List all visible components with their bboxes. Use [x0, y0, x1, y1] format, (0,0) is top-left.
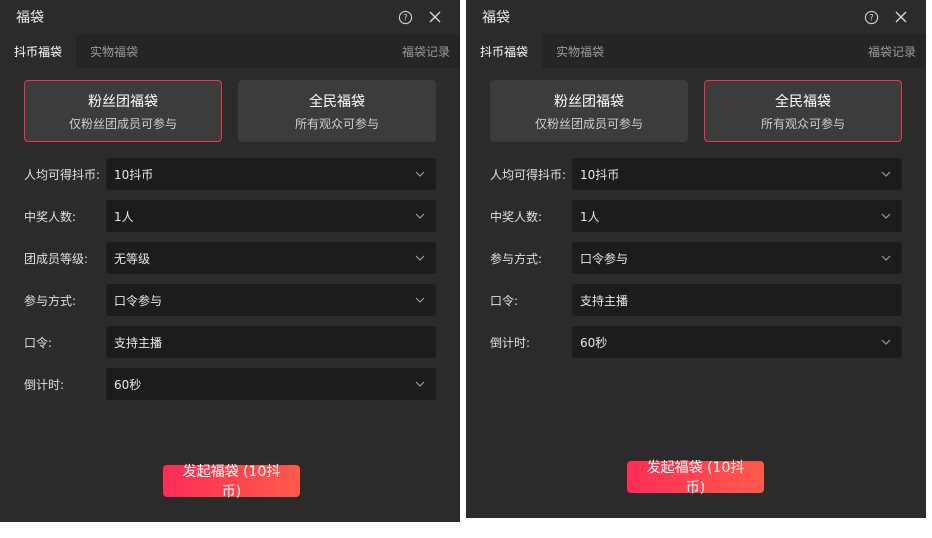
field-value: 10抖币: [114, 167, 154, 182]
field-value: 1人: [114, 209, 134, 224]
participation-method-select[interactable]: 口令参与: [106, 284, 436, 316]
field-value: 10抖币: [580, 167, 620, 182]
lucky-bag-panel-left: 福袋 ? 抖币福袋 实物福袋 福袋记录 粉丝团福袋 仅粉丝团成员可参与 全民福袋…: [0, 0, 460, 522]
panel-title: 福袋: [482, 10, 510, 26]
bag-type-desc: 仅粉丝团成员可参与: [68, 116, 177, 131]
bag-type-desc: 所有观众可参与: [760, 116, 845, 131]
field-label: 中奖人数:: [490, 209, 543, 224]
winner-count-select[interactable]: 1人: [106, 200, 436, 232]
help-circle-icon[interactable]: ?: [394, 6, 416, 28]
tab-physical-bag[interactable]: 实物福袋: [76, 34, 152, 68]
chevron-down-icon: [880, 168, 892, 180]
field-value: 60秒: [114, 377, 142, 392]
field-label: 口令:: [24, 335, 53, 350]
winner-count-select[interactable]: 1人: [572, 200, 902, 232]
bag-form: 人均可得抖币: 10抖币 中奖人数: 1人 团成员等级: 无等级 参与方式: 口…: [0, 142, 460, 400]
participation-method-select[interactable]: 口令参与: [572, 242, 902, 274]
title-bar: 福袋 ?: [466, 0, 926, 34]
countdown-select[interactable]: 60秒: [106, 368, 436, 400]
form-row-participation-method: 参与方式: 口令参与: [490, 242, 902, 274]
form-row-member-level: 团成员等级: 无等级: [24, 242, 436, 274]
field-label: 人均可得抖币:: [490, 167, 567, 182]
field-value: 支持主播: [580, 293, 629, 308]
field-value: 口令参与: [580, 251, 629, 266]
help-circle-icon[interactable]: ?: [860, 6, 882, 28]
bag-type-everyone[interactable]: 全民福袋 所有观众可参与: [238, 80, 436, 142]
bag-type-selector: 粉丝团福袋 仅粉丝团成员可参与 全民福袋 所有观众可参与: [0, 68, 460, 142]
field-value: 60秒: [580, 335, 608, 350]
launch-bag-button[interactable]: 发起福袋 (10抖币): [627, 460, 764, 496]
password-input[interactable]: 支持主播: [572, 284, 902, 316]
field-label: 口令:: [490, 293, 519, 308]
form-row-password: 口令: 支持主播: [490, 284, 902, 316]
coins-per-person-select[interactable]: 10抖币: [572, 158, 902, 190]
chevron-down-icon: [880, 336, 892, 348]
chevron-down-icon: [414, 378, 426, 390]
title-bar: 福袋 ?: [0, 0, 460, 34]
field-label: 倒计时:: [24, 377, 65, 392]
tab-bag-records[interactable]: 福袋记录: [854, 34, 926, 68]
field-value: 口令参与: [114, 293, 163, 308]
field-label: 倒计时:: [490, 335, 531, 350]
bag-type-selector: 粉丝团福袋 仅粉丝团成员可参与 全民福袋 所有观众可参与: [466, 68, 926, 142]
bag-type-fan-club[interactable]: 粉丝团福袋 仅粉丝团成员可参与: [24, 80, 222, 142]
tab-bag-records[interactable]: 福袋记录: [388, 34, 460, 68]
form-row-winner-count: 中奖人数: 1人: [24, 200, 436, 232]
chevron-down-icon: [414, 294, 426, 306]
form-row-countdown: 倒计时: 60秒: [490, 326, 902, 358]
svg-text:?: ?: [869, 12, 873, 22]
field-label: 团成员等级:: [24, 251, 89, 266]
field-label: 参与方式:: [490, 251, 543, 266]
field-label: 人均可得抖币:: [24, 167, 101, 182]
bag-type-title: 全民福袋: [309, 93, 365, 110]
chevron-down-icon: [414, 210, 426, 222]
tab-douyin-coin-bag[interactable]: 抖币福袋: [466, 34, 543, 68]
bag-type-title: 全民福袋: [775, 93, 831, 110]
bag-type-desc: 仅粉丝团成员可参与: [534, 116, 643, 131]
lucky-bag-panel-right: 福袋 ? 抖币福袋 实物福袋 福袋记录 粉丝团福袋 仅粉丝团成员可参与 全民福袋…: [466, 0, 926, 518]
form-row-winner-count: 中奖人数: 1人: [490, 200, 902, 232]
field-value: 无等级: [114, 251, 151, 266]
svg-text:?: ?: [403, 12, 407, 22]
field-value: 支持主播: [114, 335, 163, 350]
tab-douyin-coin-bag[interactable]: 抖币福袋: [0, 34, 77, 68]
close-icon[interactable]: [424, 6, 446, 28]
field-label: 中奖人数:: [24, 209, 77, 224]
chevron-down-icon: [414, 252, 426, 264]
close-icon[interactable]: [890, 6, 912, 28]
coins-per-person-select[interactable]: 10抖币: [106, 158, 436, 190]
form-row-password: 口令: 支持主播: [24, 326, 436, 358]
tab-bar: 抖币福袋 实物福袋 福袋记录: [466, 34, 926, 68]
field-label: 参与方式:: [24, 293, 77, 308]
member-level-select[interactable]: 无等级: [106, 242, 436, 274]
bag-type-everyone[interactable]: 全民福袋 所有观众可参与: [704, 80, 902, 142]
form-row-coins-per-person: 人均可得抖币: 10抖币: [24, 158, 436, 190]
chevron-down-icon: [880, 210, 892, 222]
countdown-select[interactable]: 60秒: [572, 326, 902, 358]
form-row-countdown: 倒计时: 60秒: [24, 368, 436, 400]
chevron-down-icon: [880, 252, 892, 264]
bag-type-title: 粉丝团福袋: [88, 93, 158, 110]
launch-bag-button[interactable]: 发起福袋 (10抖币): [163, 464, 300, 500]
bag-type-desc: 所有观众可参与: [294, 116, 379, 131]
password-input[interactable]: 支持主播: [106, 326, 436, 358]
bag-type-title: 粉丝团福袋: [554, 93, 624, 110]
panel-title: 福袋: [16, 10, 44, 26]
tab-bar: 抖币福袋 实物福袋 福袋记录: [0, 34, 460, 68]
bag-form: 人均可得抖币: 10抖币 中奖人数: 1人 参与方式: 口令参与 口令: 支持主…: [466, 142, 926, 358]
field-value: 1人: [580, 209, 600, 224]
form-row-participation-method: 参与方式: 口令参与: [24, 284, 436, 316]
chevron-down-icon: [414, 168, 426, 180]
tab-physical-bag[interactable]: 实物福袋: [542, 34, 618, 68]
form-row-coins-per-person: 人均可得抖币: 10抖币: [490, 158, 902, 190]
bag-type-fan-club[interactable]: 粉丝团福袋 仅粉丝团成员可参与: [490, 80, 688, 142]
